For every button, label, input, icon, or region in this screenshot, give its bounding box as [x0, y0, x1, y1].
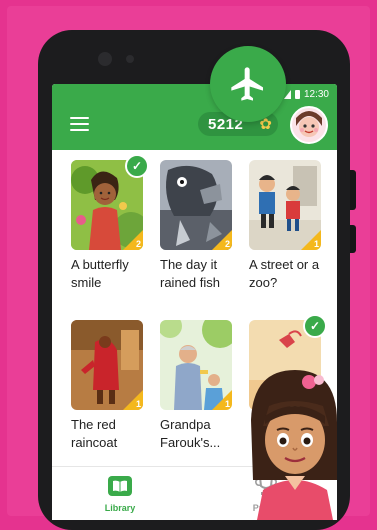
book-cover[interactable]: 1	[160, 320, 232, 410]
book-title: A street or a zoo?	[249, 257, 320, 290]
level-number: 1	[224, 399, 230, 409]
book-card[interactable]: 1 A street or a zoo?	[249, 160, 321, 292]
battery-icon	[294, 90, 300, 99]
status-time: 12:30	[303, 89, 329, 100]
book-card[interactable]: 2 ✓ A butterfly smile	[71, 154, 149, 292]
book-title: The day it rained fish	[160, 257, 220, 290]
volume-button	[350, 170, 356, 210]
book-card[interactable]: 1 Grandpa Farouk's...	[160, 320, 232, 452]
level-number: 2	[135, 239, 141, 249]
front-sensor	[126, 55, 134, 63]
book-cover[interactable]: 1	[249, 160, 321, 250]
power-button	[350, 225, 356, 253]
completed-check-icon: ✓	[303, 314, 327, 338]
front-camera	[98, 52, 112, 66]
hamburger-menu-icon[interactable]	[70, 117, 89, 131]
completed-check-icon: ✓	[125, 154, 149, 178]
book-title: The red raincoat	[71, 417, 118, 450]
offline-mode-button[interactable]	[210, 46, 286, 122]
book-title: A butterfly smile	[71, 257, 129, 290]
app-bar: 12:30 5212 ✿	[52, 84, 337, 150]
book-cover[interactable]: 2	[160, 160, 232, 250]
book-open-icon	[108, 476, 132, 496]
airplane-icon	[231, 67, 263, 101]
girl-character-illustration	[251, 370, 337, 520]
level-number: 1	[313, 239, 319, 249]
book-cover[interactable]: 1	[71, 320, 143, 410]
level-number: 2	[224, 239, 230, 249]
library-label: Library	[104, 503, 136, 513]
book-card[interactable]: 1 The red raincoat	[71, 320, 143, 452]
book-title: Grandpa Farouk's...	[160, 417, 221, 450]
status-bar: 12:30	[283, 89, 329, 100]
book-card[interactable]: 2 The day it rained fish	[160, 160, 232, 292]
level-number: 1	[135, 399, 141, 409]
nav-library[interactable]: Library	[85, 475, 155, 513]
profile-avatar[interactable]	[290, 106, 328, 144]
